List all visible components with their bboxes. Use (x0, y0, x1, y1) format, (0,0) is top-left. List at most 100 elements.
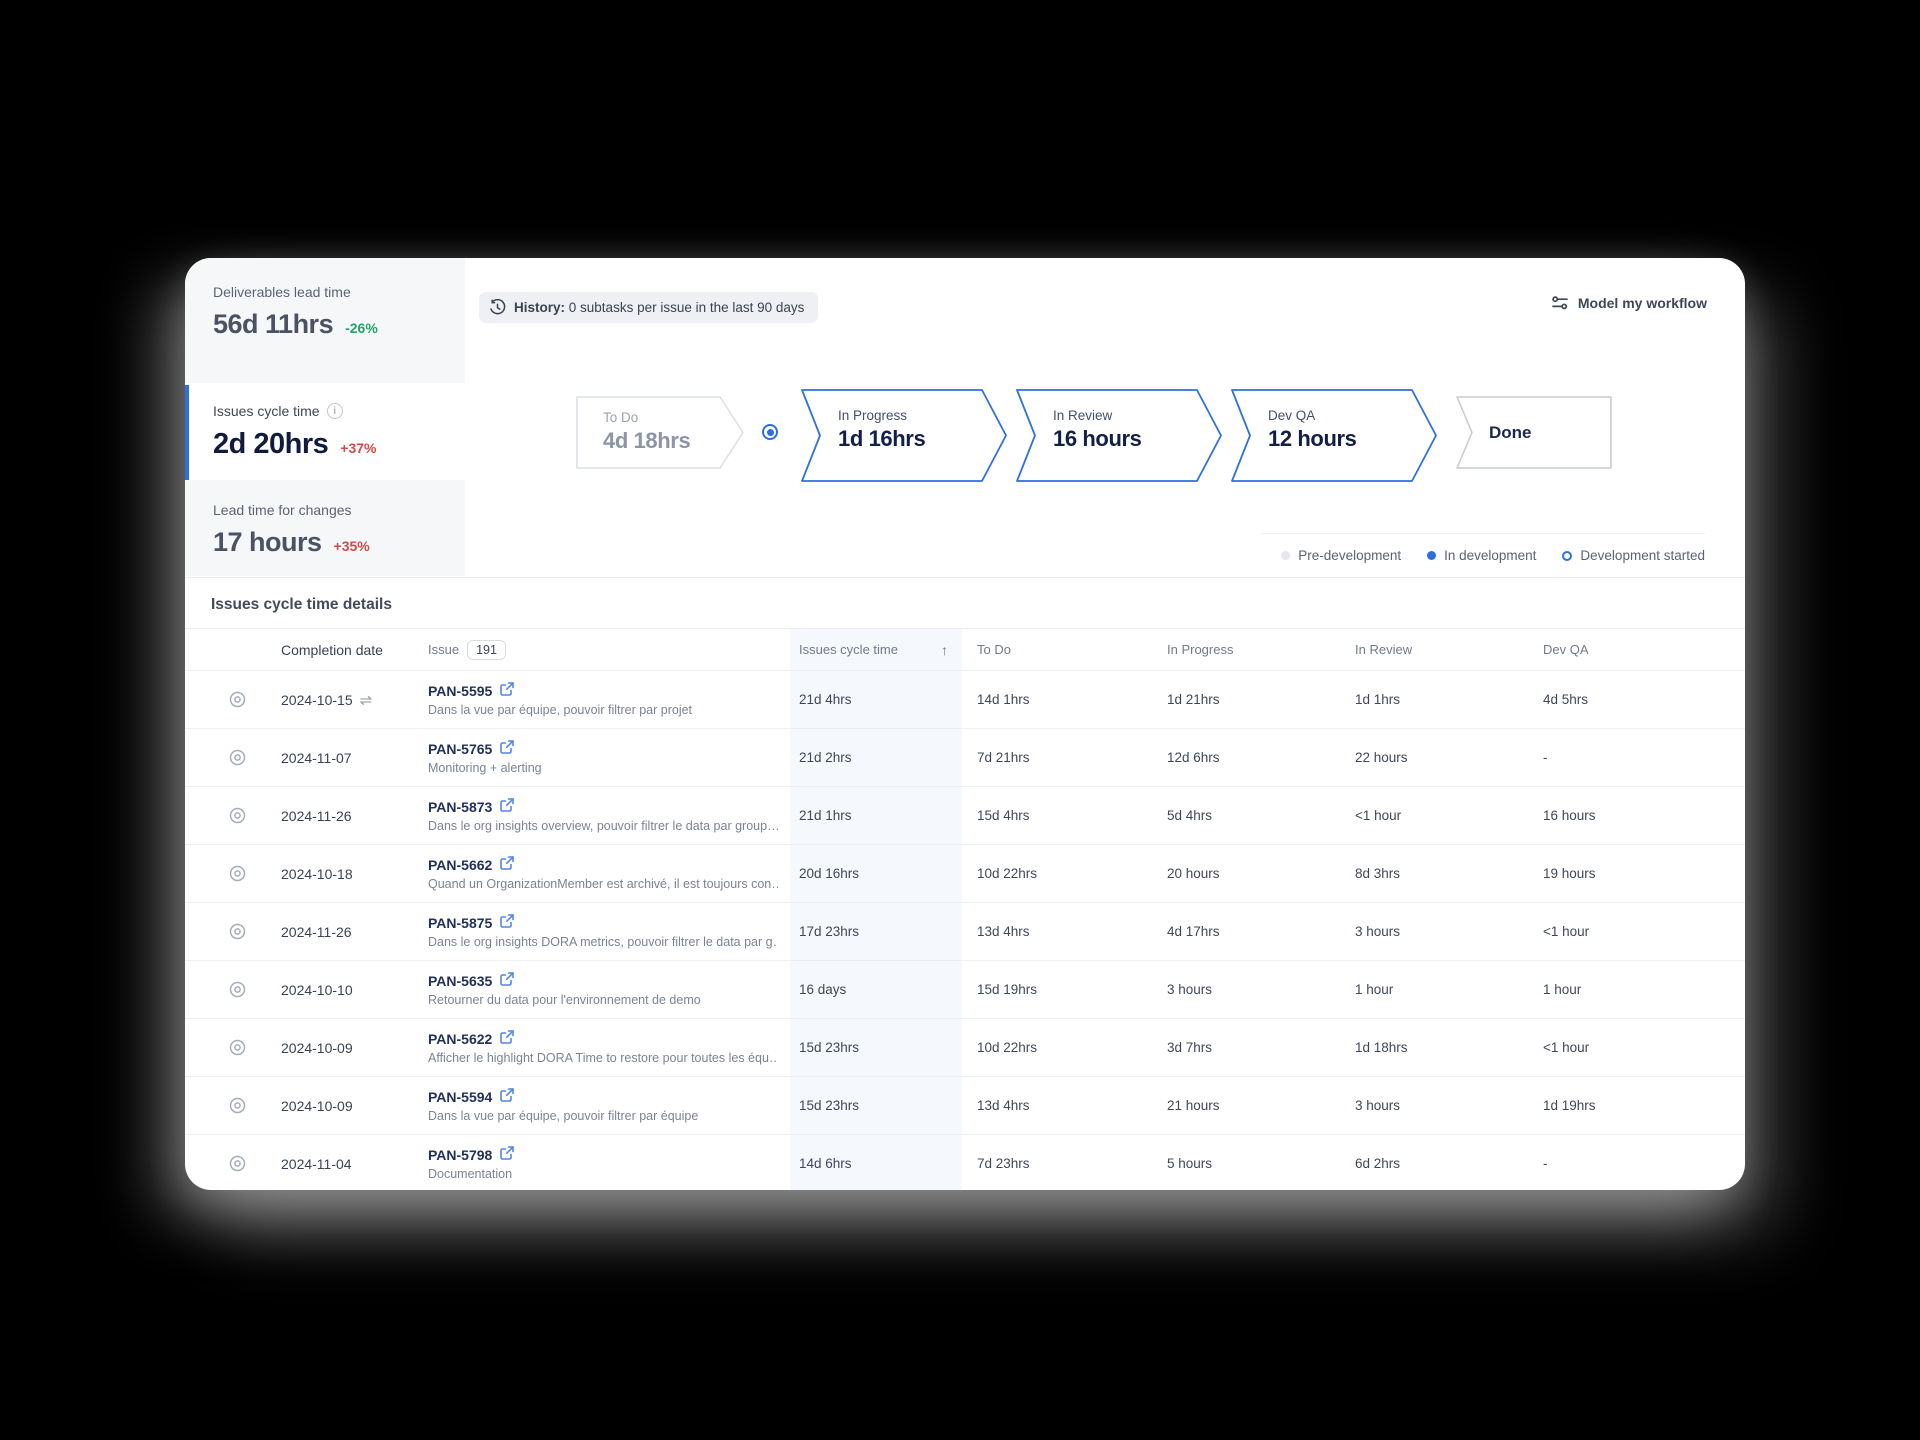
in-progress-cell: 3d 7hrs (1152, 1040, 1340, 1055)
issue-id-link[interactable]: PAN-5594 (428, 1089, 492, 1105)
development-started-marker (762, 424, 778, 440)
completion-date-cell: 2024-11-07 (265, 750, 413, 766)
stage-done[interactable]: Done (1455, 395, 1613, 470)
issues-cycle-time-cell: 17d 23hrs (790, 903, 962, 960)
view-issue-icon[interactable] (228, 690, 247, 709)
issue-id-link[interactable]: PAN-5595 (428, 683, 492, 699)
issue-id-link[interactable]: PAN-5798 (428, 1147, 492, 1163)
issue-description: Monitoring + alerting (428, 761, 778, 775)
table-row: 2024-10-15 ⇌ PAN-5595 Dans la vue par équi… (185, 670, 1745, 728)
col-dev-qa[interactable]: Dev QA (1528, 642, 1745, 657)
table-row: 2024-10-10PAN-5635Retourner du data pour… (185, 960, 1745, 1018)
dev-qa-cell: 1d 19hrs (1528, 1098, 1745, 1113)
external-link-icon[interactable] (500, 914, 514, 931)
view-issue-icon[interactable] (228, 748, 247, 767)
metric-label: Lead time for changes (213, 502, 437, 518)
issue-cell: PAN-5765 Monitoring + alerting (413, 740, 790, 775)
completion-date-cell: 2024-10-09 (265, 1040, 413, 1056)
issue-count-badge: 191 (467, 640, 506, 660)
issue-id-link[interactable]: PAN-5765 (428, 741, 492, 757)
view-issue-icon[interactable] (228, 922, 247, 941)
metric-delta: +35% (334, 538, 370, 554)
stage-name: To Do (603, 410, 690, 425)
col-issue[interactable]: Issue 191 (413, 640, 790, 660)
metric-value: 17 hours (213, 527, 322, 558)
in-review-cell: 8d 3hrs (1340, 866, 1528, 881)
development-started-dot (1562, 551, 1572, 561)
col-to-do[interactable]: To Do (962, 642, 1152, 657)
issue-id-link[interactable]: PAN-5635 (428, 973, 492, 989)
stage-value: 12 hours (1268, 426, 1357, 452)
in-development-dot (1427, 551, 1436, 560)
external-link-icon[interactable] (500, 798, 514, 815)
info-icon[interactable]: i (327, 403, 343, 419)
completion-date-cell: 2024-11-26 (265, 808, 413, 824)
stage-dev-qa[interactable]: Dev QA 12 hours (1230, 388, 1438, 483)
issue-id-link[interactable]: PAN-5875 (428, 915, 492, 931)
to-do-cell: 14d 1hrs (962, 692, 1152, 707)
to-do-cell: 10d 22hrs (962, 866, 1152, 881)
stage-in-progress[interactable]: In Progress 1d 16hrs (800, 388, 1008, 483)
view-issue-icon[interactable] (228, 1154, 247, 1173)
external-link-icon[interactable] (500, 740, 514, 757)
dev-qa-cell: 16 hours (1528, 808, 1745, 823)
stage-in-review[interactable]: In Review 16 hours (1015, 388, 1223, 483)
stage-name: Dev QA (1268, 408, 1357, 423)
issues-cycle-time-cell: 21d 2hrs (790, 729, 962, 786)
issue-id-link[interactable]: PAN-5873 (428, 799, 492, 815)
completion-date-cell: 2024-10-09 (265, 1098, 413, 1114)
external-link-icon[interactable] (500, 856, 514, 873)
view-issue-icon[interactable] (228, 1038, 247, 1057)
col-in-review[interactable]: In Review (1340, 642, 1528, 657)
issues-cycle-time-cell: 15d 23hrs (790, 1077, 962, 1134)
in-review-cell: <1 hour (1340, 808, 1528, 823)
external-link-icon[interactable] (500, 1146, 514, 1163)
legend-label: Pre-development (1298, 548, 1401, 563)
completion-date-cell: 2024-10-15 ⇌ (265, 691, 413, 709)
col-in-progress[interactable]: In Progress (1152, 642, 1340, 657)
model-my-workflow-button[interactable]: Model my workflow (1551, 294, 1707, 312)
history-icon (489, 299, 506, 316)
issue-cell: PAN-5635 Retourner du data pour l'environ… (413, 972, 790, 1007)
issue-cell: PAN-5873 Dans le org insights overview, p… (413, 798, 790, 833)
in-progress-cell: 1d 21hrs (1152, 692, 1340, 707)
col-completion-date[interactable]: Completion date (265, 642, 413, 658)
stage-value: 1d 16hrs (838, 426, 925, 452)
completion-date-cell: 2024-10-18 (265, 866, 413, 882)
completion-date-cell: 2024-11-26 (265, 924, 413, 940)
table-row: 2024-10-09PAN-5594Dans la vue par équipe… (185, 1076, 1745, 1134)
issue-id-link[interactable]: PAN-5622 (428, 1031, 492, 1047)
metric-deliverables-lead-time[interactable]: Deliverables lead time 56d 11hrs -26% (185, 258, 465, 385)
in-review-cell: 3 hours (1340, 1098, 1528, 1113)
issue-id-link[interactable]: PAN-5662 (428, 857, 492, 873)
issue-description: Dans la vue par équipe, pouvoir filtrer … (428, 703, 778, 717)
dev-qa-cell: 4d 5hrs (1528, 692, 1745, 707)
view-issue-icon[interactable] (228, 1096, 247, 1115)
view-issue-icon[interactable] (228, 980, 247, 999)
in-review-cell: 1 hour (1340, 982, 1528, 997)
external-link-icon[interactable] (500, 1088, 514, 1105)
insights-panel: Deliverables lead time 56d 11hrs -26% Is… (185, 258, 1745, 1190)
to-do-cell: 15d 19hrs (962, 982, 1152, 997)
view-issue-icon[interactable] (228, 806, 247, 825)
metric-issues-cycle-time[interactable]: Issues cycle time i 2d 20hrs +37% (185, 385, 465, 480)
stage-value: 4d 18hrs (603, 428, 690, 454)
view-issue-icon[interactable] (228, 864, 247, 883)
external-link-icon[interactable] (500, 682, 514, 699)
metric-lead-time-for-changes[interactable]: Lead time for changes 17 hours +35% (185, 480, 465, 576)
in-review-cell: 1d 18hrs (1340, 1040, 1528, 1055)
issues-cycle-time-cell: 21d 4hrs (790, 671, 962, 728)
dev-qa-cell: - (1528, 1156, 1745, 1171)
issue-description: Retourner du data pour l'environnement d… (428, 993, 778, 1007)
issues-cycle-time-cell: 21d 1hrs (790, 787, 962, 844)
swap-icon[interactable]: ⇌ (360, 691, 373, 709)
external-link-icon[interactable] (500, 1030, 514, 1047)
col-issues-cycle-time[interactable]: Issues cycle time ↑ (790, 629, 962, 670)
sort-ascending-icon[interactable]: ↑ (941, 642, 948, 658)
table-row: 2024-10-09PAN-5622Afficher le highlight … (185, 1018, 1745, 1076)
to-do-cell: 7d 23hrs (962, 1156, 1152, 1171)
external-link-icon[interactable] (500, 972, 514, 989)
issue-description: Dans le org insights overview, pouvoir f… (428, 819, 778, 833)
in-progress-cell: 12d 6hrs (1152, 750, 1340, 765)
stage-to-do[interactable]: To Do 4d 18hrs (575, 395, 745, 470)
